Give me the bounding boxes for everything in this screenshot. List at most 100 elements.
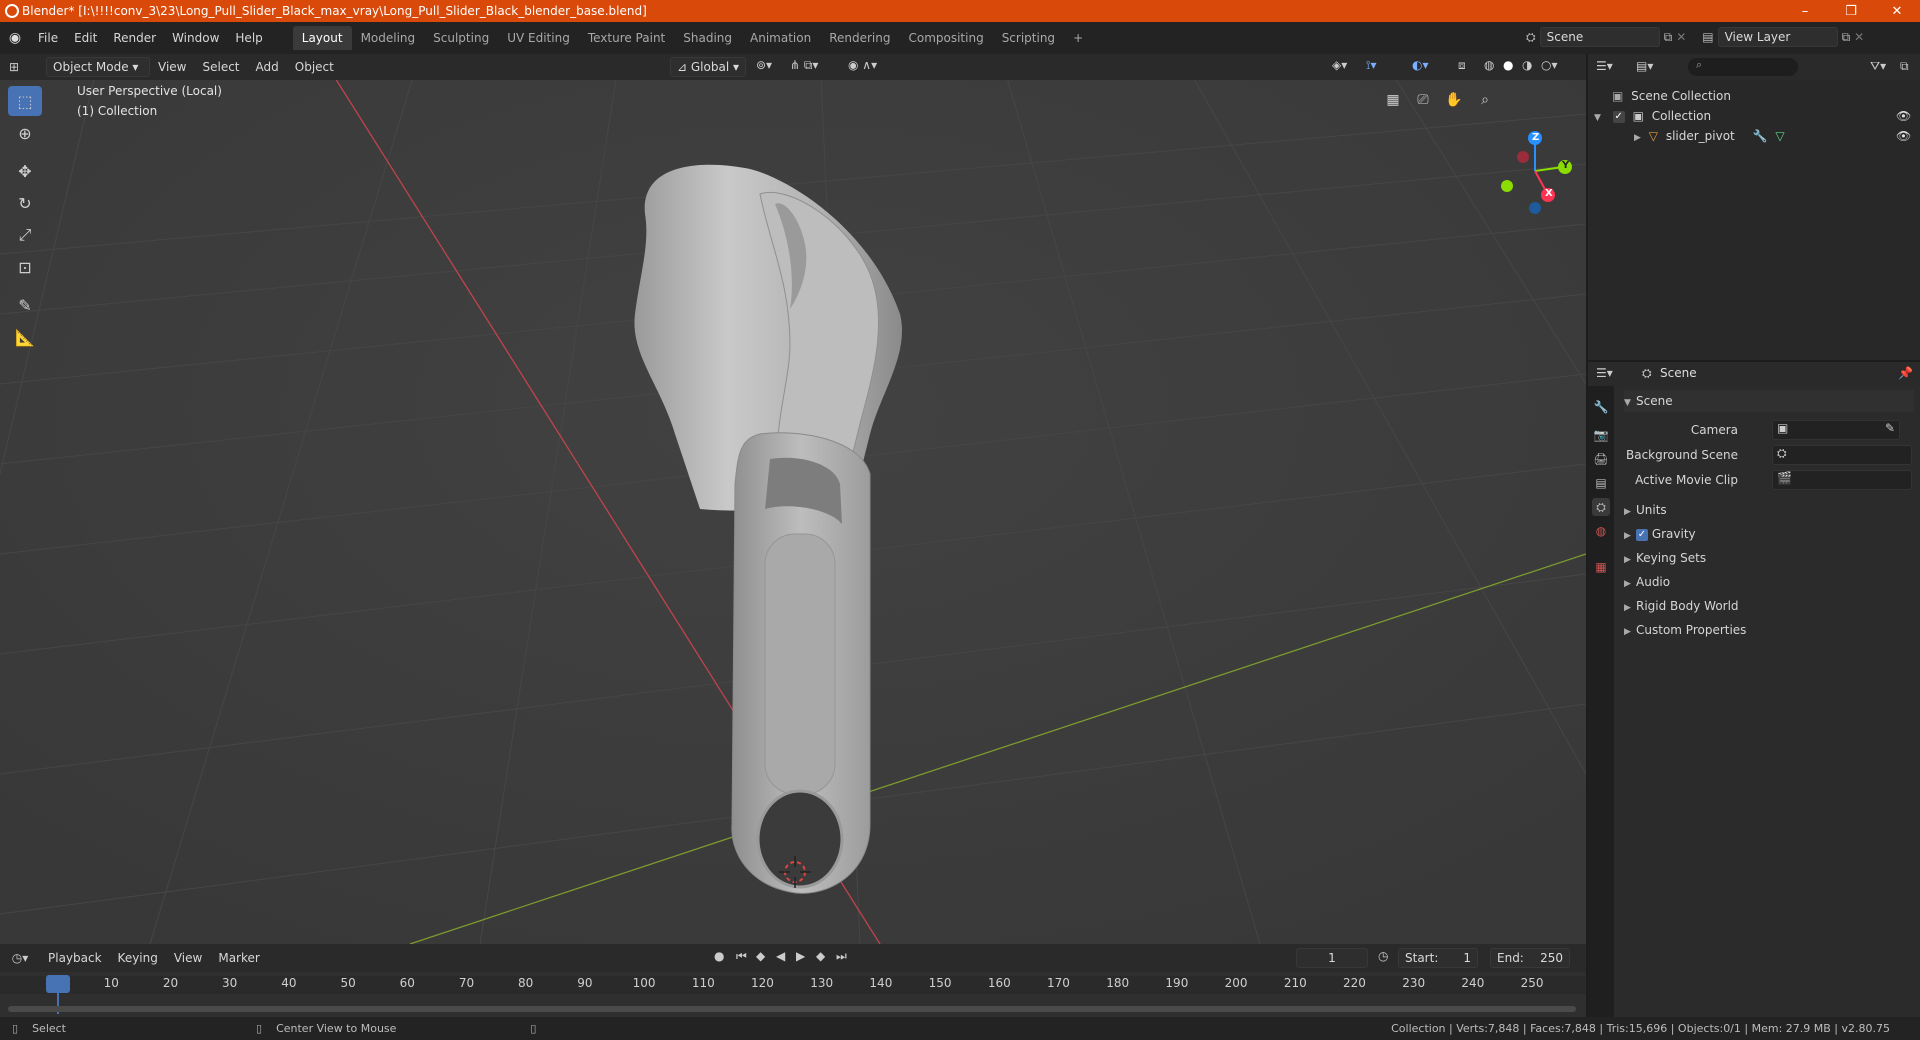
tool-tab-icon[interactable]: 🔧: [1592, 398, 1610, 416]
menu-help[interactable]: Help: [227, 27, 270, 49]
section-gravity[interactable]: ▶ ✓ Gravity: [1624, 523, 1696, 545]
3d-viewport[interactable]: Z Y X User Perspective (Local) (1) Colle…: [0, 54, 1586, 944]
texture-tab-icon[interactable]: ▦: [1592, 558, 1610, 576]
tab-shading[interactable]: Shading: [674, 26, 741, 50]
gizmo-y-label[interactable]: Y: [1562, 160, 1569, 171]
timeline-scrollbar[interactable]: [8, 1006, 1576, 1012]
gizmo-z-label[interactable]: Z: [1532, 132, 1539, 143]
outliner-editor-icon[interactable]: ☰▾: [1596, 59, 1613, 73]
outliner-row-slider-pivot[interactable]: ▶ ▽ slider_pivot 🔧 ▽ 👁: [1588, 126, 1920, 146]
overlay-toggle-icon[interactable]: ◐▾: [1412, 58, 1429, 72]
editor-type-icon[interactable]: ⊞: [0, 60, 28, 74]
viewport-menu-view[interactable]: View: [150, 56, 194, 78]
viewport-menu-add[interactable]: Add: [248, 56, 287, 78]
new-collection-icon[interactable]: ⧉: [1900, 59, 1909, 74]
zoom-icon[interactable]: ⌕: [1473, 88, 1497, 112]
add-workspace-button[interactable]: +: [1064, 26, 1092, 50]
blender-menu-icon[interactable]: ◉: [0, 30, 30, 46]
grid-view-icon[interactable]: ▦: [1381, 88, 1405, 112]
display-mode-icon[interactable]: ▤▾: [1636, 59, 1653, 73]
tab-rendering[interactable]: Rendering: [820, 26, 899, 50]
timeline-area[interactable]: 1102030405060708090100110120130140150160…: [0, 972, 1586, 1017]
pivot-point-icon[interactable]: ⊚▾: [756, 58, 772, 72]
mesh-data-icon[interactable]: ▽: [1775, 129, 1784, 143]
view-layer-tab-icon[interactable]: ▤: [1592, 474, 1610, 492]
snap-icon[interactable]: ⋔ ⧉▾: [790, 58, 818, 73]
timeline-menu-playback[interactable]: Playback: [40, 947, 110, 969]
gravity-checkbox[interactable]: ✓: [1636, 528, 1648, 541]
section-rigid-body-world[interactable]: ▶ Rigid Body World: [1624, 595, 1739, 617]
menu-edit[interactable]: Edit: [66, 27, 105, 49]
start-frame-field[interactable]: Start: 1: [1398, 948, 1478, 968]
filter-icon[interactable]: ⛛▾: [1870, 59, 1886, 74]
move-tool-icon[interactable]: ✥: [8, 156, 42, 186]
delete-scene-icon[interactable]: ✕: [1676, 30, 1686, 44]
delete-view-layer-icon[interactable]: ✕: [1854, 30, 1864, 44]
object-eye-icon[interactable]: 👁: [1896, 126, 1911, 146]
close-button[interactable]: ✕: [1874, 0, 1920, 22]
play-icon[interactable]: ▶: [796, 949, 805, 963]
transform-orientation-dropdown[interactable]: ⊿ Global ▾: [670, 57, 746, 77]
visibility-icon[interactable]: ◈▾: [1332, 58, 1347, 72]
outliner-row-scene-collection[interactable]: ▣ Scene Collection: [1588, 86, 1920, 106]
tab-modeling[interactable]: Modeling: [352, 26, 425, 50]
record-icon[interactable]: ●: [714, 949, 724, 963]
solid-shading-icon[interactable]: ●: [1503, 58, 1513, 72]
section-keying-sets[interactable]: ▶ Keying Sets: [1624, 547, 1706, 569]
annotate-tool-icon[interactable]: ✎: [8, 290, 42, 320]
pan-hand-icon[interactable]: ✋: [1442, 88, 1466, 112]
new-view-layer-icon[interactable]: ⧉: [1842, 30, 1851, 45]
outliner-search-input[interactable]: ⌕: [1688, 58, 1798, 76]
end-frame-field[interactable]: End: 250: [1490, 948, 1570, 968]
jump-start-icon[interactable]: ⏮: [736, 949, 747, 964]
collection-eye-icon[interactable]: 👁: [1896, 106, 1911, 126]
section-audio[interactable]: ▶ Audio: [1624, 571, 1670, 593]
eyedropper-icon[interactable]: ✎: [1885, 421, 1895, 435]
xray-icon[interactable]: ⧈: [1458, 58, 1466, 73]
scene-tab-icon[interactable]: ⛭: [1592, 498, 1610, 516]
expand-collection-icon[interactable]: ▼: [1594, 113, 1601, 123]
pin-icon[interactable]: 📌: [1898, 366, 1913, 380]
active-movie-clip-field[interactable]: 🎬: [1772, 470, 1912, 490]
proportional-edit-icon[interactable]: ◉ ∧▾: [848, 58, 877, 72]
gizmo-toggle-icon[interactable]: ⟟▾: [1366, 58, 1377, 73]
wireframe-shading-icon[interactable]: ◍: [1484, 58, 1494, 72]
menu-file[interactable]: File: [30, 27, 66, 49]
section-custom-properties[interactable]: ▶ Custom Properties: [1624, 619, 1746, 641]
world-tab-icon[interactable]: ◍: [1592, 522, 1610, 540]
maximize-button[interactable]: ❐: [1828, 0, 1874, 22]
menu-window[interactable]: Window: [164, 27, 227, 49]
viewport-menu-object[interactable]: Object: [287, 56, 342, 78]
scene-selector[interactable]: Scene: [1539, 27, 1660, 47]
tab-uv-editing[interactable]: UV Editing: [498, 26, 579, 50]
camera-field[interactable]: ▣ ✎: [1772, 420, 1900, 440]
tab-scripting[interactable]: Scripting: [993, 26, 1064, 50]
playhead[interactable]: [46, 975, 70, 993]
view-layer-selector[interactable]: View Layer: [1717, 27, 1838, 47]
preview-range-icon[interactable]: ◷: [1378, 949, 1388, 963]
background-scene-field[interactable]: ⛭: [1772, 445, 1912, 465]
object-mode-dropdown[interactable]: Object Mode ▾: [46, 57, 150, 77]
timeline-menu-marker[interactable]: Marker: [210, 947, 267, 969]
transform-tool-icon[interactable]: ⊡: [8, 252, 42, 282]
timeline-menu-view[interactable]: View: [166, 947, 210, 969]
select-box-tool-icon[interactable]: ⬚: [8, 86, 42, 116]
next-keyframe-icon[interactable]: ◆: [816, 949, 825, 963]
section-units[interactable]: ▶ Units: [1624, 499, 1667, 521]
tab-texture-paint[interactable]: Texture Paint: [579, 26, 674, 50]
new-scene-icon[interactable]: ⧉: [1664, 30, 1673, 45]
current-frame-field[interactable]: 1: [1296, 948, 1368, 968]
rendered-shading-icon[interactable]: ○▾: [1541, 58, 1558, 72]
gizmo-x-label[interactable]: X: [1545, 188, 1553, 199]
tab-compositing[interactable]: Compositing: [899, 26, 992, 50]
measure-tool-icon[interactable]: 📐: [8, 322, 42, 352]
expand-object-icon[interactable]: ▶: [1634, 133, 1641, 143]
timeline-editor-icon[interactable]: ◷▾: [0, 951, 40, 965]
tab-animation[interactable]: Animation: [741, 26, 820, 50]
frame-ruler[interactable]: 1102030405060708090100110120130140150160…: [0, 976, 1586, 994]
play-reverse-icon[interactable]: ◀: [776, 949, 785, 963]
prev-keyframe-icon[interactable]: ◆: [756, 949, 765, 963]
output-tab-icon[interactable]: 🖨: [1592, 450, 1610, 468]
rotate-tool-icon[interactable]: ↻: [8, 188, 42, 218]
minimize-button[interactable]: –: [1782, 0, 1828, 22]
